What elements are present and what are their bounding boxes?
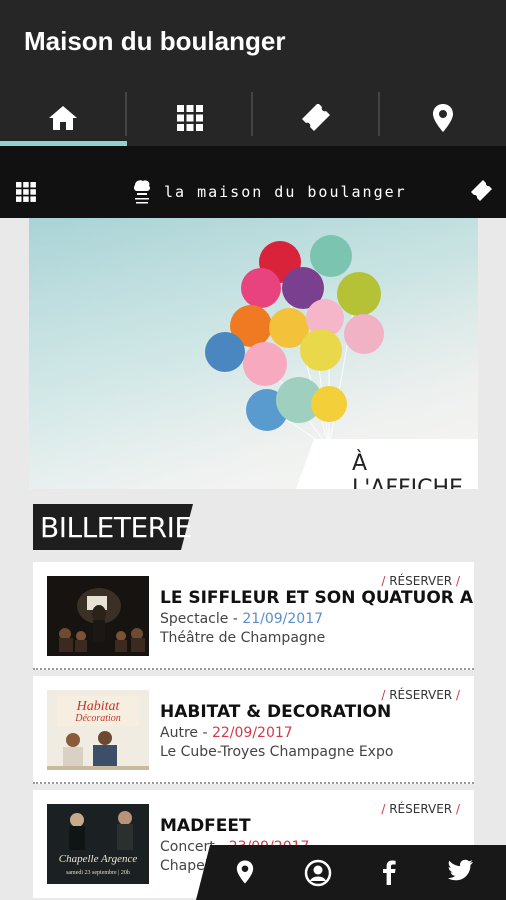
logo-text: la maison du boulanger bbox=[164, 183, 407, 201]
event-card[interactable]: / RÉSERVER / LE SIFFLEUR ET SON QUATUOR … bbox=[33, 562, 474, 670]
now-showing-text: À L'AFFICHE bbox=[352, 451, 463, 489]
reserve-link[interactable]: / RÉSERVER / bbox=[381, 802, 460, 816]
event-meta: Autre - 22/09/2017 bbox=[160, 725, 293, 741]
event-name: LE SIFFLEUR ET SON QUATUOR A bbox=[160, 588, 473, 608]
tab-home[interactable] bbox=[0, 90, 127, 146]
app-bar: Maison du boulanger bbox=[0, 0, 506, 90]
event-thumbnail: Chapelle Argence samedi 23 septembre | 2… bbox=[47, 804, 149, 884]
svg-text:Habitat: Habitat bbox=[76, 699, 121, 714]
event-name: HABITAT & DECORATION bbox=[160, 702, 392, 722]
event-thumbnail: Habitat Décoration bbox=[47, 690, 149, 770]
event-venue: Le Cube-Troyes Champagne Expo bbox=[160, 744, 394, 760]
event-name: MADFEET bbox=[160, 816, 251, 836]
event-date: 22/09/2017 bbox=[211, 725, 293, 741]
svg-text:samedi 23 septembre | 20h: samedi 23 septembre | 20h bbox=[66, 870, 130, 876]
tab-location[interactable] bbox=[380, 90, 506, 146]
hero-banner[interactable]: À L'AFFICHE bbox=[29, 218, 478, 489]
site-logo[interactable]: la maison du boulanger bbox=[132, 179, 407, 205]
reserve-link[interactable]: / RÉSERVER / bbox=[381, 688, 460, 702]
tab-bar bbox=[0, 90, 506, 146]
section-title: BILLETERIE bbox=[40, 511, 192, 544]
facebook-icon[interactable] bbox=[382, 859, 396, 885]
footer-bar bbox=[196, 845, 506, 900]
grid-icon bbox=[176, 105, 203, 131]
event-card[interactable]: Habitat Décoration / RÉSERVER / HABITAT … bbox=[33, 676, 474, 784]
ticket-icon[interactable] bbox=[470, 180, 494, 202]
event-thumbnail bbox=[47, 576, 149, 656]
menu-grid-icon[interactable] bbox=[16, 182, 36, 202]
home-icon bbox=[49, 106, 78, 130]
location-pin-icon bbox=[432, 104, 453, 132]
event-meta: Spectacle - 21/09/2017 bbox=[160, 611, 324, 627]
twitter-icon[interactable] bbox=[448, 859, 474, 881]
tab-grid[interactable] bbox=[127, 90, 253, 146]
svg-text:Décoration: Décoration bbox=[74, 713, 121, 724]
location-pin-icon[interactable] bbox=[236, 859, 254, 885]
event-date: 21/09/2017 bbox=[242, 611, 324, 627]
now-showing-label[interactable]: À L'AFFICHE bbox=[296, 439, 478, 489]
tab-tickets[interactable] bbox=[253, 90, 380, 146]
logo-mark-icon bbox=[133, 180, 151, 204]
user-icon[interactable] bbox=[304, 859, 332, 887]
site-header: la maison du boulanger bbox=[0, 146, 506, 218]
ticket-icon bbox=[302, 104, 331, 131]
reserve-link[interactable]: / RÉSERVER / bbox=[381, 574, 460, 588]
svg-text:Chapelle Argence: Chapelle Argence bbox=[59, 853, 138, 865]
event-venue: Théâtre de Champagne bbox=[160, 630, 326, 646]
app-title: Maison du boulanger bbox=[24, 26, 286, 56]
